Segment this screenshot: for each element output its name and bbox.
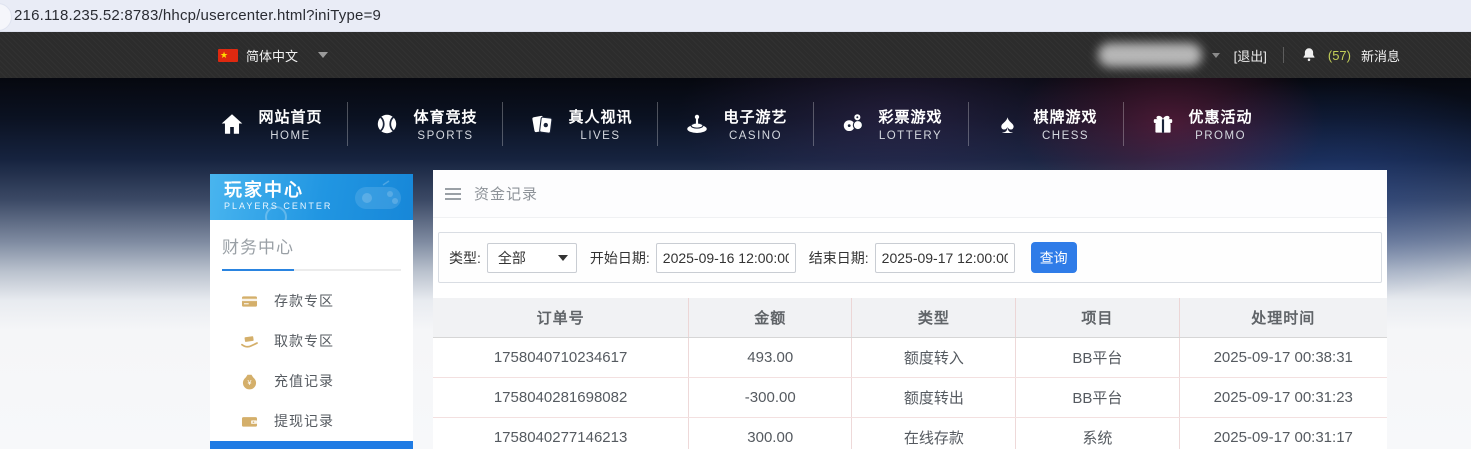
cell-type: 在线存款	[851, 417, 1016, 449]
cell-order-id: 1758040277146213	[433, 417, 689, 449]
browser-icon	[0, 3, 12, 31]
sidebar-item-funds-record[interactable]: ¥ 资金记录	[210, 441, 413, 449]
sports-ball-icon	[373, 110, 401, 138]
main-panel: 资金记录 类型: 全部 开始日期: 结束日期: 查询 订单号	[433, 170, 1387, 449]
chevron-down-icon	[1211, 52, 1220, 58]
table-row: 1758040710234617 493.00 额度转入 BB平台 2025-0…	[433, 337, 1387, 378]
cell-project: 系统	[1015, 417, 1179, 449]
page-background: 网站首页 HOME 体育竞技 SPORTS 真人视讯 LIVES 电子游艺 CA…	[0, 78, 1471, 449]
nav-item-lives[interactable]: 真人视讯 LIVES	[503, 106, 657, 142]
home-icon	[218, 110, 246, 138]
roulette-icon	[683, 110, 711, 138]
lottery-balls-icon	[839, 110, 867, 138]
col-type: 类型	[851, 298, 1016, 338]
cell-amount: 300.00	[688, 417, 852, 449]
top-bar: ★ 简体中文 [退出] (57) 新消息	[0, 32, 1471, 78]
col-amount: 金额	[688, 298, 852, 338]
end-date-label: 结束日期:	[808, 249, 869, 266]
section-underline	[222, 269, 401, 271]
nav-item-home[interactable]: 网站首页 HOME	[193, 106, 347, 142]
sidebar: 玩家中心 PLAYERS CENTER 财务中心 存款专区 取款专区 ¥ 充值记…	[210, 174, 413, 449]
cell-amount: -300.00	[688, 377, 852, 418]
sidebar-menu: 存款专区 取款专区 ¥ 充值记录 提现记录	[210, 281, 413, 449]
cell-process-time: 2025-09-17 00:31:17	[1178, 417, 1387, 449]
notification-bell-icon[interactable]	[1300, 46, 1318, 64]
page-header: 资金记录	[433, 170, 1387, 218]
gamepad-icon	[349, 179, 407, 220]
col-order-id: 订单号	[433, 298, 689, 338]
top-right-group: [退出] (57) 新消息	[1097, 43, 1400, 67]
finance-section: 财务中心	[210, 220, 413, 271]
logout-button[interactable]: [退出]	[1234, 46, 1267, 65]
china-flag-icon: ★	[218, 48, 238, 62]
main-nav: 网站首页 HOME 体育竞技 SPORTS 真人视讯 LIVES 电子游艺 CA…	[0, 78, 1471, 170]
start-date-label: 开始日期:	[589, 249, 650, 266]
cell-project: BB平台	[1015, 377, 1179, 418]
deposit-card-icon	[240, 292, 259, 311]
url-text[interactable]: 216.118.235.52:8783/hhcp/usercenter.html…	[14, 7, 381, 24]
message-count[interactable]: (57)	[1328, 48, 1351, 63]
page: 216.118.235.52:8783/hhcp/usercenter.html…	[0, 0, 1471, 449]
cell-type: 额度转入	[851, 337, 1016, 378]
money-bag-icon: ¥	[240, 372, 259, 391]
type-select[interactable]: 全部	[486, 242, 577, 273]
filter-bar: 类型: 全部 开始日期: 结束日期: 查询	[438, 232, 1382, 283]
cell-order-id: 1758040710234617	[433, 337, 689, 378]
sidebar-item-withdraw-record[interactable]: 提现记录	[210, 401, 413, 441]
playing-cards-icon	[528, 110, 556, 138]
svg-text:¥: ¥	[248, 379, 252, 387]
withdraw-hand-icon	[240, 332, 259, 351]
nav-item-lottery[interactable]: 彩票游戏 LOTTERY	[814, 106, 968, 142]
cell-project: BB平台	[1015, 337, 1179, 378]
nav-item-promo[interactable]: 优惠活动 PROMO	[1124, 106, 1278, 142]
players-center-banner[interactable]: 玩家中心 PLAYERS CENTER	[210, 174, 413, 220]
nav-item-sports[interactable]: 体育竞技 SPORTS	[348, 106, 502, 142]
col-project: 项目	[1015, 298, 1179, 338]
divider	[1282, 47, 1284, 63]
wallet-icon	[240, 412, 259, 431]
col-process-time: 处理时间	[1178, 298, 1387, 338]
table-row: 1758040277146213 300.00 在线存款 系统 2025-09-…	[433, 417, 1387, 449]
type-label: 类型:	[449, 249, 481, 266]
cell-process-time: 2025-09-17 00:31:23	[1178, 377, 1387, 418]
sidebar-item-recharge[interactable]: ¥ 充值记录	[210, 361, 413, 401]
table-header-row: 订单号 金额 类型 项目 处理时间	[433, 298, 1387, 338]
section-title: 财务中心	[222, 238, 294, 257]
sidebar-item-deposit[interactable]: 存款专区	[210, 281, 413, 321]
nav-item-casino[interactable]: 电子游艺 CASINO	[658, 106, 812, 142]
username-redacted[interactable]	[1097, 43, 1202, 67]
cell-order-id: 1758040281698082	[433, 377, 689, 418]
language-selector[interactable]: ★ 简体中文	[218, 46, 329, 65]
new-messages-link[interactable]: 新消息	[1361, 46, 1400, 65]
nav-item-chess[interactable]: ♠ 棋牌游戏 CHESS	[969, 106, 1123, 142]
chevron-down-icon	[318, 52, 329, 58]
chevron-down-icon	[557, 254, 568, 261]
list-icon	[445, 187, 461, 200]
search-button[interactable]: 查询	[1030, 242, 1077, 273]
funds-table: 订单号 金额 类型 项目 处理时间 1758040710234617 493.0…	[433, 298, 1387, 449]
cell-amount: 493.00	[688, 337, 852, 378]
sidebar-item-withdraw[interactable]: 取款专区	[210, 321, 413, 361]
language-label: 简体中文	[246, 48, 299, 64]
end-date-input[interactable]	[874, 242, 1015, 273]
cell-process-time: 2025-09-17 00:38:31	[1178, 337, 1387, 378]
table-row: 1758040281698082 -300.00 额度转出 BB平台 2025-…	[433, 377, 1387, 418]
browser-address-bar[interactable]: 216.118.235.52:8783/hhcp/usercenter.html…	[0, 0, 1471, 32]
spade-icon: ♠	[1000, 109, 1015, 139]
gift-icon	[1149, 110, 1177, 138]
cell-type: 额度转出	[851, 377, 1016, 418]
page-title: 资金记录	[474, 186, 539, 203]
start-date-input[interactable]	[655, 242, 796, 273]
